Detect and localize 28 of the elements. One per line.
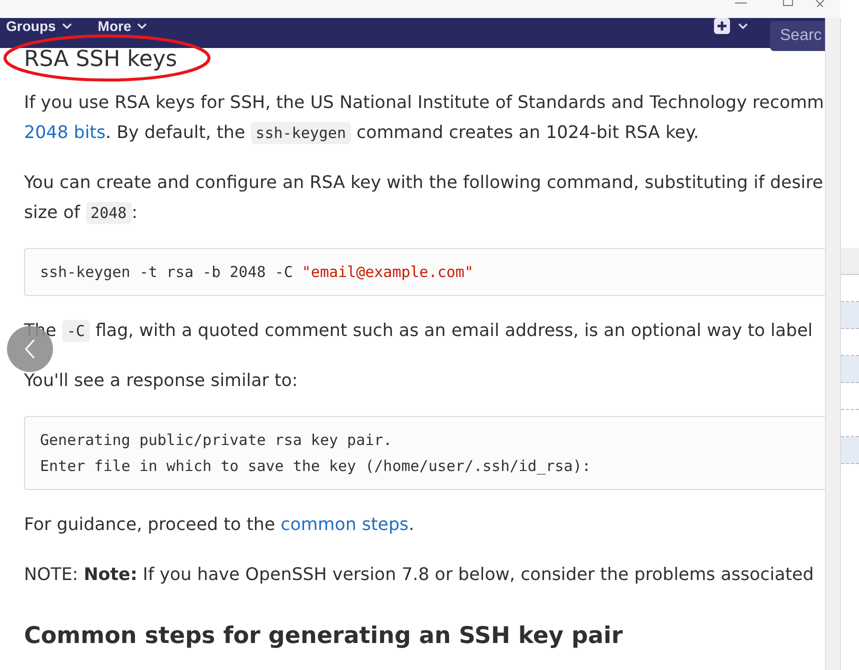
paragraph-text: 2048 bits. By default, the ssh-keygen command creates an 1024-bit RSA key.	[24, 121, 700, 146]
section-heading: Common steps for generating an SSH key pair	[24, 622, 624, 651]
link[interactable]: common steps	[280, 515, 409, 535]
maximize-icon[interactable]	[783, 0, 793, 6]
caret-icon	[738, 23, 748, 29]
paragraph-text: For guidance, proceed to the common steps.	[24, 514, 416, 537]
paragraph-text: You can create and configure an RSA key with the following command, substituting if desire	[24, 172, 824, 195]
caret-icon	[137, 23, 148, 29]
minimize-icon[interactable]	[735, 2, 747, 4]
paragraph-text: You'll see a response similar to:	[24, 370, 299, 393]
page-heading: RSA SSH keys	[24, 48, 178, 72]
search-field[interactable]: Searc	[770, 21, 825, 51]
caret-icon	[62, 23, 72, 29]
paragraph-text: NOTE: Note: If you have OpenSSH version 7.8 or below, consider the problems associated	[24, 564, 815, 587]
inline-code: 2048	[86, 202, 132, 224]
paragraph-text: If you use RSA keys for SSH, the US National Institute of Standards and Technology recomm	[24, 92, 825, 115]
chevron-left-icon	[24, 339, 36, 359]
link[interactable]: 2048 bits	[24, 123, 106, 143]
inline-code: ssh-keygen	[250, 122, 351, 144]
paragraph-text: size of 2048 :	[24, 201, 139, 226]
inline-code: -C	[62, 320, 90, 342]
nav-menu-button[interactable]: More	[98, 18, 148, 34]
code-line: Enter file in which to save the key (/home/user/.ssh/id_rsa):	[40, 456, 592, 477]
code-line: ssh-keygen -t rsa -b 2048 -C "email@example.com"	[40, 262, 474, 283]
close-icon[interactable]	[815, 0, 825, 7]
new-item-button[interactable]	[714, 18, 748, 34]
nav-menu-button[interactable]: Groups	[6, 18, 72, 34]
code-line: Generating public/private rsa key pair.	[40, 430, 394, 451]
